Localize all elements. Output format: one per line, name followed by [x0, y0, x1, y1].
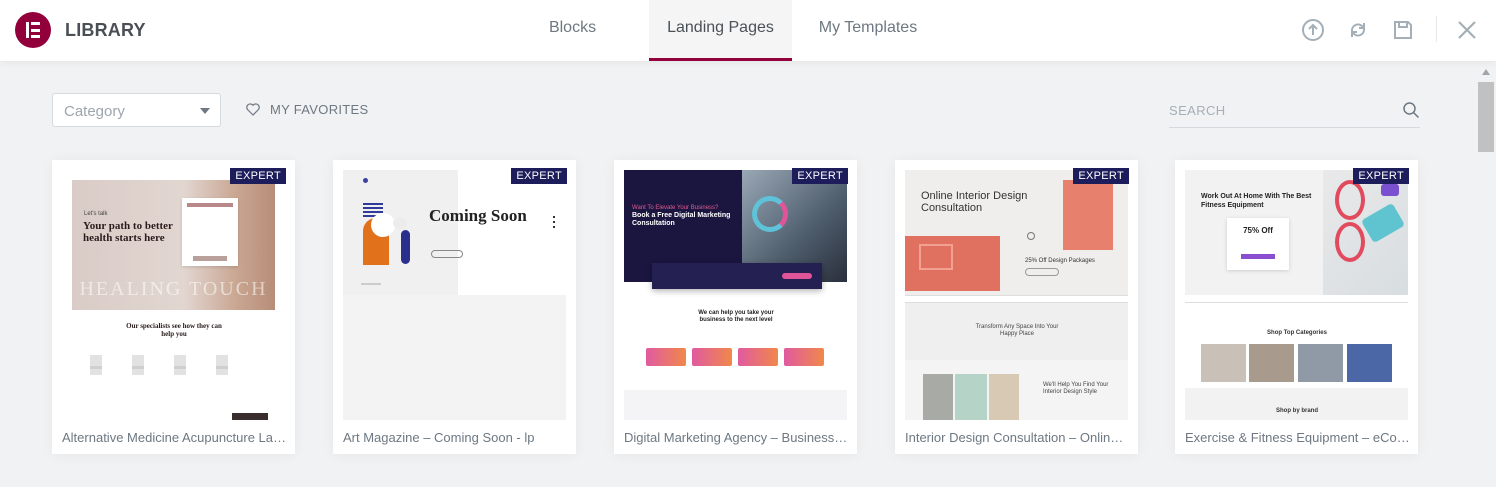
template-title: Interior Design Consultation – Online La… — [905, 430, 1130, 445]
template-title: Digital Marketing Agency – Business Land… — [624, 430, 849, 445]
category-select-label: Category — [64, 103, 125, 120]
search-input[interactable] — [1169, 99, 1389, 121]
thumb-offer: 25% Off Design Packages — [1025, 258, 1095, 264]
thumb-subheading: Transform Any Space Into Your Happy Plac… — [975, 324, 1059, 337]
search-field — [1169, 98, 1420, 128]
expert-badge: EXPERT — [1073, 168, 1129, 184]
template-card[interactable]: Let's talk Your path to better health st… — [52, 160, 295, 454]
thumb-headline: Work Out At Home With The Best Fitness E… — [1201, 193, 1312, 209]
thumb-offer: 75% Off — [1243, 226, 1273, 235]
template-preview-image[interactable]: Want To Elevate Your Business? Book a Fr… — [624, 170, 847, 420]
thumb-headline: Coming Soon — [429, 206, 527, 225]
save-icon[interactable] — [1390, 17, 1416, 43]
tab-blocks[interactable]: Blocks — [530, 0, 615, 61]
thumb-headline: Your path to better health starts here — [83, 220, 173, 244]
my-favorites-label: MY FAVORITES — [270, 102, 369, 117]
thumb-subheading-2: We'll Help You Find Your Interior Design… — [1043, 382, 1109, 395]
expert-badge: EXPERT — [511, 168, 567, 184]
scrollbar-thumb[interactable] — [1478, 82, 1494, 152]
tab-my-templates[interactable]: My Templates — [800, 0, 936, 61]
header-divider — [1436, 16, 1437, 42]
template-title: Art Magazine – Coming Soon - lp — [343, 430, 535, 445]
thumb-subheading: Shop Top Categories — [1267, 330, 1327, 336]
close-icon[interactable] — [1454, 17, 1480, 43]
expert-badge: EXPERT — [1353, 168, 1409, 184]
heart-icon — [246, 103, 260, 116]
template-preview-image[interactable]: Work Out At Home With The Best Fitness E… — [1185, 170, 1408, 420]
thumb-headline: Book a Free Digital Marketing Consultati… — [632, 212, 731, 227]
thumb-subheading: We can help you take your business to th… — [698, 310, 774, 323]
template-title: Exercise & Fitness Equipment – eCommerce… — [1185, 430, 1410, 445]
category-select[interactable]: Category — [52, 93, 221, 127]
template-preview-image[interactable]: Let's talk Your path to better health st… — [62, 170, 285, 420]
thumb-kicker: Want To Elevate Your Business? — [632, 205, 719, 211]
vertical-scrollbar[interactable] — [1476, 61, 1496, 487]
template-card[interactable]: Coming Soon EXPERT Art Magazine – Coming… — [333, 160, 576, 454]
thumb-subheading-2: Shop by brand — [1276, 408, 1318, 414]
library-title: LIBRARY — [65, 20, 146, 40]
caret-down-icon — [200, 108, 210, 114]
scroll-up-arrow-icon[interactable] — [1482, 69, 1490, 75]
template-card[interactable]: Online Interior Design Consultation 25% … — [895, 160, 1138, 454]
thumb-headline: Online Interior Design Consultation — [921, 190, 1028, 214]
sync-icon[interactable] — [1345, 17, 1371, 43]
tab-landing-pages[interactable]: Landing Pages — [649, 0, 792, 61]
thumb-subheading: Our specialists see how they can help yo… — [126, 322, 222, 338]
template-card[interactable]: Want To Elevate Your Business? Book a Fr… — [614, 160, 857, 454]
expert-badge: EXPERT — [230, 168, 286, 184]
template-title: Alternative Medicine Acupuncture Landing… — [62, 430, 287, 445]
elementor-logo-icon — [15, 12, 51, 48]
thumb-watermark: HEALING TOUCH — [79, 278, 268, 300]
template-preview-image[interactable]: Online Interior Design Consultation 25% … — [905, 170, 1128, 420]
upload-icon[interactable] — [1300, 17, 1326, 43]
template-card[interactable]: Work Out At Home With The Best Fitness E… — [1175, 160, 1418, 454]
thumb-kicker: Let's talk — [84, 211, 108, 217]
expert-badge: EXPERT — [792, 168, 848, 184]
library-header: LIBRARY Blocks Landing Pages My Template… — [0, 0, 1496, 61]
search-icon[interactable] — [1402, 101, 1420, 119]
template-preview-image[interactable]: Coming Soon — [343, 170, 566, 420]
